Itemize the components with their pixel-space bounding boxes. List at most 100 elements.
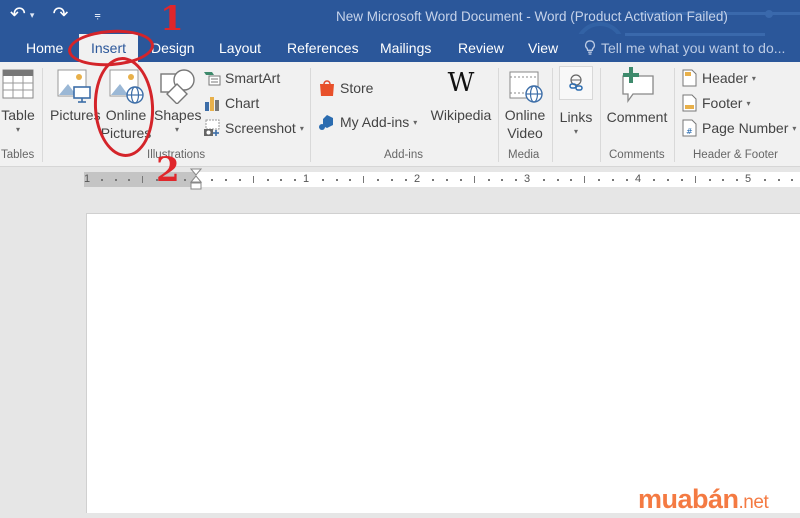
ruler-tick xyxy=(432,179,435,181)
ruler-tick xyxy=(584,176,586,183)
ruler-number: 1 xyxy=(84,173,91,185)
footer-button[interactable]: Footer ▾ xyxy=(680,93,750,113)
ruler-tick xyxy=(128,179,131,181)
links-button[interactable]: Links ▾ xyxy=(557,66,595,138)
pictures-icon xyxy=(57,69,91,103)
tab-references[interactable]: References xyxy=(287,34,359,62)
chevron-down-icon: ▾ xyxy=(299,123,304,133)
document-page[interactable] xyxy=(86,213,800,513)
ruler-tick xyxy=(487,179,490,181)
online-video-label-2: Video xyxy=(507,125,543,141)
group-label-media: Media xyxy=(508,149,540,161)
indent-marker[interactable] xyxy=(190,168,202,196)
ruler-tick xyxy=(598,179,601,181)
ruler-tick xyxy=(708,179,711,181)
smartart-button[interactable]: SmartArt xyxy=(203,68,280,88)
store-label: Store xyxy=(340,80,374,96)
pictures-button[interactable]: Pictures xyxy=(50,68,101,124)
screenshot-button[interactable]: Screenshot ▾ xyxy=(203,118,304,138)
links-label: Links xyxy=(559,109,593,125)
group-label-header-footer: Header & Footer xyxy=(693,149,779,161)
comment-button[interactable]: Comment xyxy=(604,66,670,126)
wikipedia-button[interactable]: W Wikipedia xyxy=(428,68,494,124)
group-separator xyxy=(498,68,499,162)
tab-home[interactable]: Home xyxy=(26,34,63,62)
ruler-tick xyxy=(100,179,103,181)
group-label-comments: Comments xyxy=(609,149,665,161)
undo-dropdown-icon[interactable]: ▾ xyxy=(30,10,35,21)
customize-qat-icon[interactable]: ⩦ xyxy=(94,5,100,25)
ruler-tick xyxy=(294,179,297,181)
chart-button[interactable]: Chart xyxy=(203,93,259,113)
ruler-tick xyxy=(252,176,254,183)
links-icon-box xyxy=(559,66,593,100)
ruler-tick xyxy=(791,179,794,181)
redo-icon[interactable]: ↷ xyxy=(52,5,68,25)
table-label: Table xyxy=(1,107,35,123)
tab-mailings[interactable]: Mailings xyxy=(380,34,431,62)
ruler-tick xyxy=(542,179,545,181)
ruler-tick xyxy=(446,179,449,181)
shapes-icon xyxy=(160,69,195,104)
comment-icon xyxy=(622,67,654,104)
group-label-tables: Tables xyxy=(1,149,35,161)
ruler-tick xyxy=(238,179,241,181)
tab-layout[interactable]: Layout xyxy=(219,34,261,62)
ruler-tick xyxy=(349,179,352,181)
undo-icon[interactable]: ↶ xyxy=(10,5,26,25)
shapes-label: Shapes xyxy=(154,107,202,123)
tab-view[interactable]: View xyxy=(528,34,558,62)
ruler-tick xyxy=(556,179,559,181)
ruler-tick xyxy=(114,179,117,181)
pictures-label: Pictures xyxy=(50,107,101,123)
online-video-button[interactable]: Online Video xyxy=(502,68,548,142)
screenshot-label: Screenshot xyxy=(225,120,296,136)
ruler-tick xyxy=(722,179,725,181)
online-video-icon xyxy=(509,71,543,103)
ruler-tick xyxy=(473,176,475,183)
tab-review[interactable]: Review xyxy=(458,34,504,62)
store-button[interactable]: Store xyxy=(318,78,373,98)
online-video-label-1: Online xyxy=(504,107,546,123)
chevron-down-icon: ▾ xyxy=(573,127,578,136)
my-addins-button[interactable]: My Add-ins ▾ xyxy=(318,112,417,132)
screenshot-icon xyxy=(204,119,220,136)
ruler-tick xyxy=(570,179,573,181)
chevron-down-icon: ▾ xyxy=(751,73,756,83)
tell-me-search[interactable]: Tell me what you want to do... xyxy=(584,34,785,62)
ruler-tick xyxy=(280,179,283,181)
table-icon xyxy=(2,69,34,99)
ruler-tick xyxy=(335,179,338,181)
ruler-tick xyxy=(211,179,214,181)
ruler-tick xyxy=(363,176,365,183)
ruler-area: 1 1 2 3 4 5 xyxy=(0,167,800,213)
decorative-dot xyxy=(765,10,773,18)
horizontal-ruler[interactable]: 1 1 2 3 4 5 xyxy=(84,168,800,190)
smartart-label: SmartArt xyxy=(225,70,281,86)
ruler-tick xyxy=(694,176,696,183)
svg-text:#: # xyxy=(686,127,693,136)
ruler-tick xyxy=(777,179,780,181)
wikipedia-label: Wikipedia xyxy=(430,107,492,123)
ruler-number: 3 xyxy=(524,173,531,185)
chart-label: Chart xyxy=(225,95,260,111)
ruler-tick xyxy=(625,179,628,181)
ruler-number: 2 xyxy=(414,173,421,185)
header-button[interactable]: Header ▾ xyxy=(680,68,756,88)
group-separator xyxy=(552,68,553,162)
ruler-tick xyxy=(390,179,393,181)
ruler-tick xyxy=(183,179,186,181)
group-separator xyxy=(674,68,675,162)
chevron-down-icon: ▾ xyxy=(746,98,751,108)
table-button[interactable]: Table ▾ xyxy=(0,68,36,136)
chart-icon xyxy=(205,97,219,111)
ruler-tick xyxy=(501,179,504,181)
my-addins-icon xyxy=(319,115,333,130)
window-title: New Microsoft Word Document - Word (Prod… xyxy=(336,9,728,24)
header-icon xyxy=(682,69,697,87)
ruler-tick xyxy=(736,179,739,181)
footer-icon xyxy=(682,94,697,112)
page-number-button[interactable]: # Page Number ▾ xyxy=(680,118,796,138)
shapes-button[interactable]: Shapes ▾ xyxy=(154,68,202,136)
tell-me-placeholder: Tell me what you want to do... xyxy=(601,40,786,56)
